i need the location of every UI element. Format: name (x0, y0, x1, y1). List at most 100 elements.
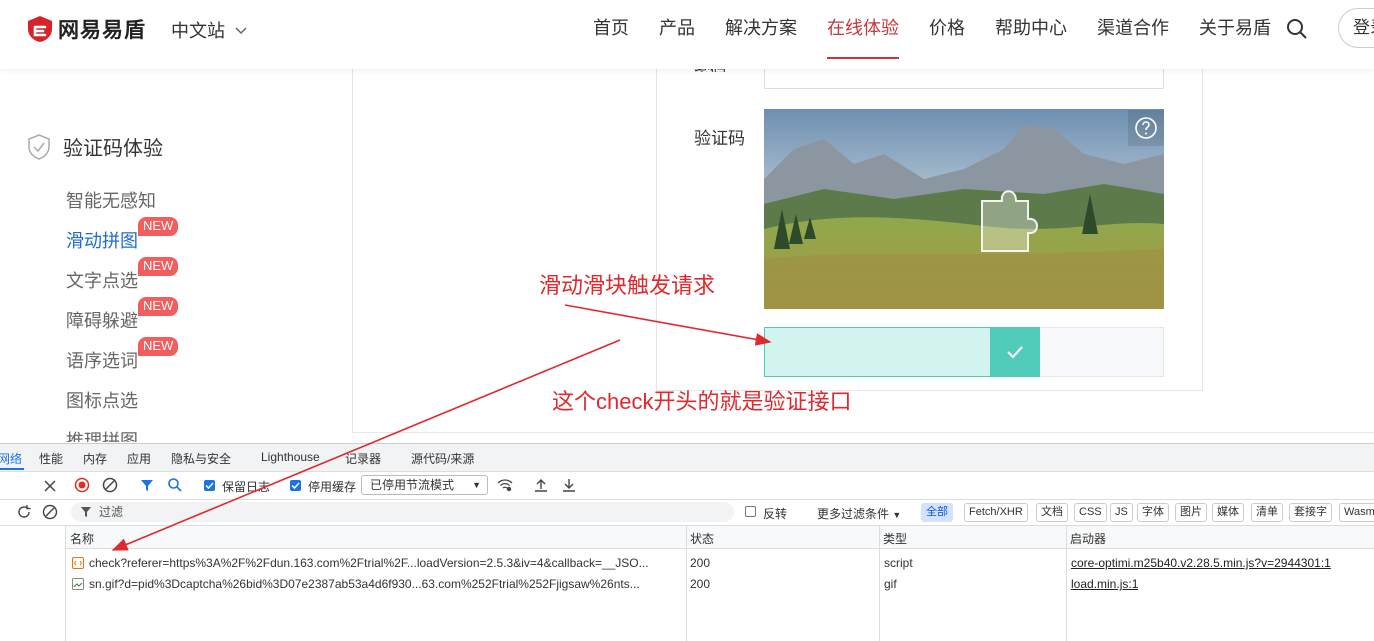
type-filter-js[interactable]: JS (1110, 503, 1133, 522)
sidebar-title-label: 验证码体验 (63, 138, 163, 160)
request-name: sn.gif?d=pid%3Dcaptcha%26bid%3D07e2387ab… (89, 577, 640, 591)
block-icon[interactable] (42, 504, 58, 520)
sidebar-item-obstacle[interactable]: 障碍躲避 NEW (66, 297, 179, 333)
brand-logo[interactable]: 网易易盾 (26, 13, 146, 45)
table-row[interactable]: sn.gif?d=pid%3Dcaptcha%26bid%3D07e2387ab… (66, 574, 1374, 595)
sidebar-item-icon-click[interactable]: 图标点选 (66, 387, 138, 413)
sidebar-item-slide-jigsaw[interactable]: 滑动拼图 NEW (66, 217, 179, 253)
script-file-icon (72, 557, 84, 569)
tab-lighthouse[interactable]: Lighthouse (261, 450, 320, 464)
network-request-table: 名称 状态 类型 启动器 check?referer=https%3A%2F%2… (66, 526, 1374, 641)
request-initiator-link[interactable]: load.min.js:1 (1071, 577, 1138, 591)
column-type[interactable]: 类型 (883, 530, 907, 547)
login-button[interactable]: 登录 (1338, 8, 1374, 48)
tab-sources[interactable]: 源代码/来源 (411, 450, 474, 467)
nav-pricing[interactable]: 价格 (914, 0, 980, 69)
request-name: check?referer=https%3A%2F%2Fdun.163.com%… (89, 556, 649, 570)
download-icon[interactable] (561, 477, 577, 493)
sidebar-item-smart[interactable]: 智能无感知 (66, 187, 156, 213)
sidebar-item-text-click[interactable]: 文字点选 NEW (66, 257, 179, 293)
invert-label: 反转 (763, 507, 788, 521)
reload-icon[interactable] (16, 504, 32, 520)
tab-memory[interactable]: 内存 (83, 450, 107, 467)
type-filter-doc[interactable]: 文档 (1036, 503, 1068, 522)
type-filter-socket[interactable]: 套接字 (1289, 503, 1332, 522)
dropdown-arrow-icon: ▼ (892, 510, 902, 520)
main-nav: 首页 产品 解决方案 在线体验 价格 帮助中心 渠道合作 关于易盾 (578, 0, 1286, 69)
request-initiator-link[interactable]: core-optimi.m25b40.v2.28.5.min.js?v=2944… (1071, 556, 1331, 570)
request-type: gif (884, 577, 897, 591)
site-switcher[interactable]: 中文站 (171, 17, 247, 43)
tab-recorder[interactable]: 记录器 (345, 450, 381, 467)
tab-performance[interactable]: 性能 (39, 450, 63, 467)
upload-icon[interactable] (533, 477, 549, 493)
preserve-log-label: 保留日志 (222, 480, 271, 494)
type-filter-font[interactable]: 字体 (1137, 503, 1169, 522)
dropdown-arrow-icon: ▼ (472, 480, 481, 490)
filter-input[interactable]: 过滤 (71, 502, 734, 522)
chevron-down-icon (235, 27, 247, 35)
overview-gutter (0, 526, 66, 641)
tab-privacy[interactable]: 隐私与安全 (171, 450, 231, 467)
devtools-panel: 网络 性能 内存 应用 隐私与安全 Lighthouse 记录器 源代码/来源 … (0, 443, 1374, 641)
type-filter-img[interactable]: 图片 (1175, 503, 1207, 522)
slider-handle[interactable] (990, 327, 1040, 377)
nav-home[interactable]: 首页 (578, 0, 644, 69)
type-filter-css[interactable]: CSS (1074, 503, 1107, 522)
table-header: 名称 状态 类型 启动器 (66, 526, 1374, 549)
request-status: 200 (690, 577, 711, 591)
column-status[interactable]: 状态 (690, 530, 714, 547)
network-conditions-icon[interactable] (497, 477, 513, 493)
annotation-check: 这个check开头的就是验证接口 (552, 389, 852, 414)
table-row[interactable]: check?referer=https%3A%2F%2Fdun.163.com%… (66, 553, 1374, 574)
active-tab-indicator (0, 468, 24, 470)
nav-help[interactable]: 帮助中心 (980, 0, 1082, 69)
help-icon[interactable] (1128, 110, 1164, 146)
preserve-log-checkbox[interactable] (204, 480, 215, 491)
devtools-tabbar: 网络 性能 内存 应用 隐私与安全 Lighthouse 记录器 源代码/来源 (0, 444, 1374, 472)
throttle-select[interactable]: 已停用节流模式 ▼ (361, 475, 488, 495)
nav-solutions[interactable]: 解决方案 (710, 0, 812, 69)
tab-application[interactable]: 应用 (127, 450, 151, 467)
search-icon[interactable] (1286, 18, 1308, 40)
disable-cache-label: 停用缓存 (308, 480, 357, 494)
network-toolbar: 保留日志 停用缓存 已停用节流模式 ▼ (0, 472, 1374, 500)
nav-partners[interactable]: 渠道合作 (1082, 0, 1184, 69)
new-badge: NEW (138, 337, 179, 356)
type-filter-media[interactable]: 媒体 (1212, 503, 1244, 522)
new-badge: NEW (138, 217, 179, 236)
brand-name: 网易易盾 (58, 19, 146, 42)
tab-network[interactable]: 网络 (0, 450, 22, 467)
puzzle-gap (981, 190, 1038, 252)
record-stop-icon[interactable] (74, 477, 90, 493)
request-type: script (884, 556, 913, 570)
close-icon[interactable] (42, 478, 58, 494)
disable-cache-checkbox[interactable] (290, 480, 301, 491)
column-initiator[interactable]: 启动器 (1070, 530, 1106, 547)
image-file-icon (72, 578, 84, 590)
captcha-label: 验证码 (694, 129, 745, 148)
network-filterbar: 过滤 反转 更多过滤条件 ▼ 全部 Fetch/XHR 文档 CSS JS 字体… (0, 500, 1374, 526)
clear-icon[interactable] (102, 477, 118, 493)
type-filter-manifest[interactable]: 清单 (1251, 503, 1283, 522)
invert-checkbox[interactable] (745, 506, 756, 517)
search-icon[interactable] (167, 477, 183, 493)
new-badge: NEW (138, 257, 179, 276)
nav-about[interactable]: 关于易盾 (1184, 0, 1286, 69)
type-filter-all[interactable]: 全部 (921, 503, 953, 522)
column-name[interactable]: 名称 (70, 530, 94, 547)
password-input[interactable] (764, 69, 1164, 89)
sidebar-title: 验证码体验 (28, 132, 163, 161)
filter-icon[interactable] (139, 477, 155, 493)
type-filter-wasm[interactable]: Wasm (1339, 503, 1374, 522)
sidebar-item-reasoning[interactable]: 推理拼图 (66, 427, 138, 442)
checkmark-icon (1007, 346, 1023, 359)
nav-products[interactable]: 产品 (644, 0, 710, 69)
filter-icon (81, 507, 91, 517)
annotation-slide: 滑动滑块触发请求 (539, 273, 716, 298)
type-filter-fetch-xhr[interactable]: Fetch/XHR (964, 503, 1028, 522)
more-filters-dropdown[interactable]: 更多过滤条件 ▼ (817, 505, 901, 522)
shield-logo-icon (28, 16, 52, 42)
sidebar-item-word-order[interactable]: 语序选词 NEW (66, 337, 179, 373)
nav-online-trial[interactable]: 在线体验 (812, 0, 914, 69)
